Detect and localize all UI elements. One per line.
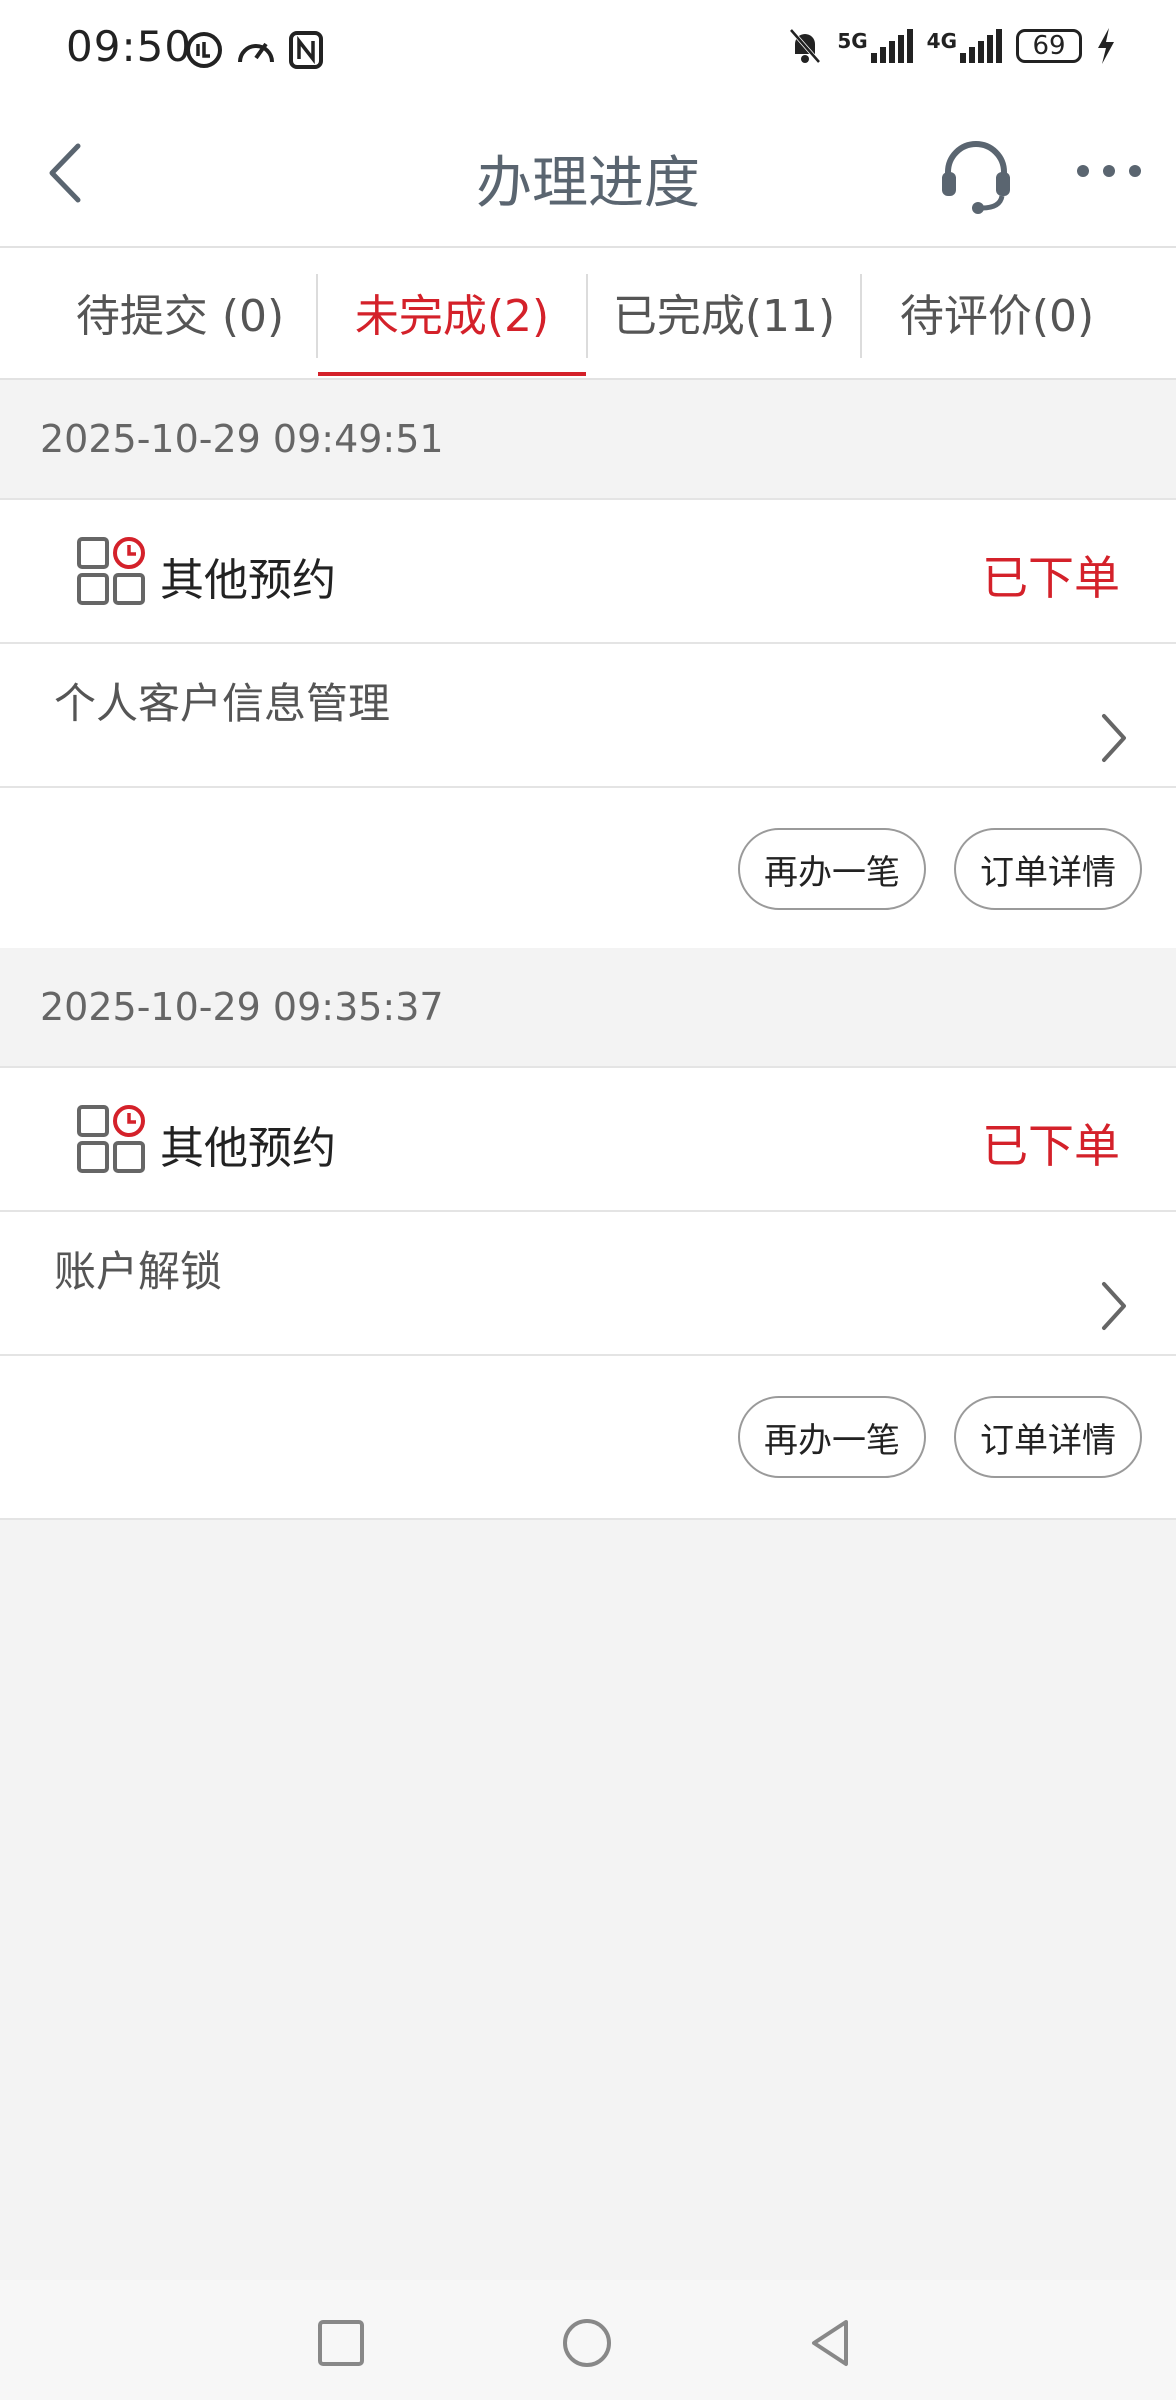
order-detail-button[interactable]: 订单详情 (954, 1396, 1142, 1478)
system-navigation-bar (0, 2280, 1176, 2400)
signal-5g-label: 5G (837, 29, 868, 53)
redo-order-button[interactable]: 再办一笔 (738, 1396, 926, 1478)
charging-bolt-icon (1098, 28, 1114, 64)
mute-bell-icon (789, 28, 821, 64)
order-time: 2025-10-29 09:35:37 (0, 948, 1176, 1068)
order-card: 2025-10-29 09:49:51 其他预约 已下单 个人客户信息管理 再办… (0, 380, 1176, 952)
nav-bar: 办理进度 (0, 100, 1176, 248)
speed-icon (238, 42, 274, 63)
status-tabs: 待提交 (0) 未完成(2) 已完成(11) 待评价(0) (0, 248, 1176, 380)
appointment-grid-icon (77, 537, 145, 605)
status-time: 09:50 (66, 22, 193, 71)
order-card: 2025-10-29 09:35:37 其他预约 已下单 账户解锁 再办一笔 订… (0, 948, 1176, 1520)
battery-indicator: 69 (1016, 29, 1082, 63)
status-badge: 已下单 (982, 551, 1120, 605)
signal-4g: 4G (927, 29, 1002, 63)
active-tab-indicator (318, 372, 586, 376)
order-business-row[interactable]: 账户解锁 (0, 1212, 1176, 1356)
service-type: 其他预约 (160, 555, 336, 606)
battery-level: 69 (1032, 31, 1066, 61)
business-name: 个人客户信息管理 (54, 679, 391, 728)
order-actions: 再办一笔 订单详情 (0, 788, 1176, 952)
tab-pending-review[interactable]: 待评价(0) (862, 248, 1132, 376)
signal-bars-icon (870, 29, 913, 63)
status-badge: 已下单 (982, 1119, 1120, 1173)
tab-incomplete[interactable]: 未完成(2) (318, 248, 586, 376)
order-business-row[interactable]: 个人客户信息管理 (0, 644, 1176, 788)
signal-5g: 5G (837, 29, 913, 63)
order-header: 其他预约 已下单 (0, 1068, 1176, 1212)
chevron-right-icon (1102, 714, 1126, 762)
status-right-icons: 5G 4G 69 (787, 26, 1116, 66)
service-type: 其他预约 (160, 1123, 336, 1174)
business-name: 账户解锁 (54, 1247, 223, 1296)
redo-order-button[interactable]: 再办一笔 (738, 828, 926, 910)
more-dots-icon[interactable] (1074, 156, 1144, 186)
status-bar: 09:50 5G 4G 69 (0, 0, 1176, 100)
data-usage-icon (186, 32, 222, 68)
back-triangle-icon[interactable] (804, 2316, 858, 2370)
order-header: 其他预约 已下单 (0, 500, 1176, 644)
status-left-icons (184, 30, 324, 70)
home-circle-icon[interactable] (560, 2316, 614, 2370)
signal-4g-label: 4G (926, 29, 957, 53)
customer-service-headset-icon[interactable] (936, 134, 1016, 214)
tab-pending-submit[interactable]: 待提交 (0) (40, 248, 320, 376)
nfc-icon (289, 31, 323, 69)
appointment-grid-icon (77, 1105, 145, 1173)
order-time: 2025-10-29 09:49:51 (0, 380, 1176, 500)
order-detail-button[interactable]: 订单详情 (954, 828, 1142, 910)
signal-bars-icon (960, 29, 1002, 63)
tab-completed[interactable]: 已完成(11) (588, 248, 860, 376)
chevron-right-icon (1102, 1282, 1126, 1330)
order-actions: 再办一笔 订单详情 (0, 1356, 1176, 1520)
recent-apps-square-icon[interactable] (314, 2316, 368, 2370)
